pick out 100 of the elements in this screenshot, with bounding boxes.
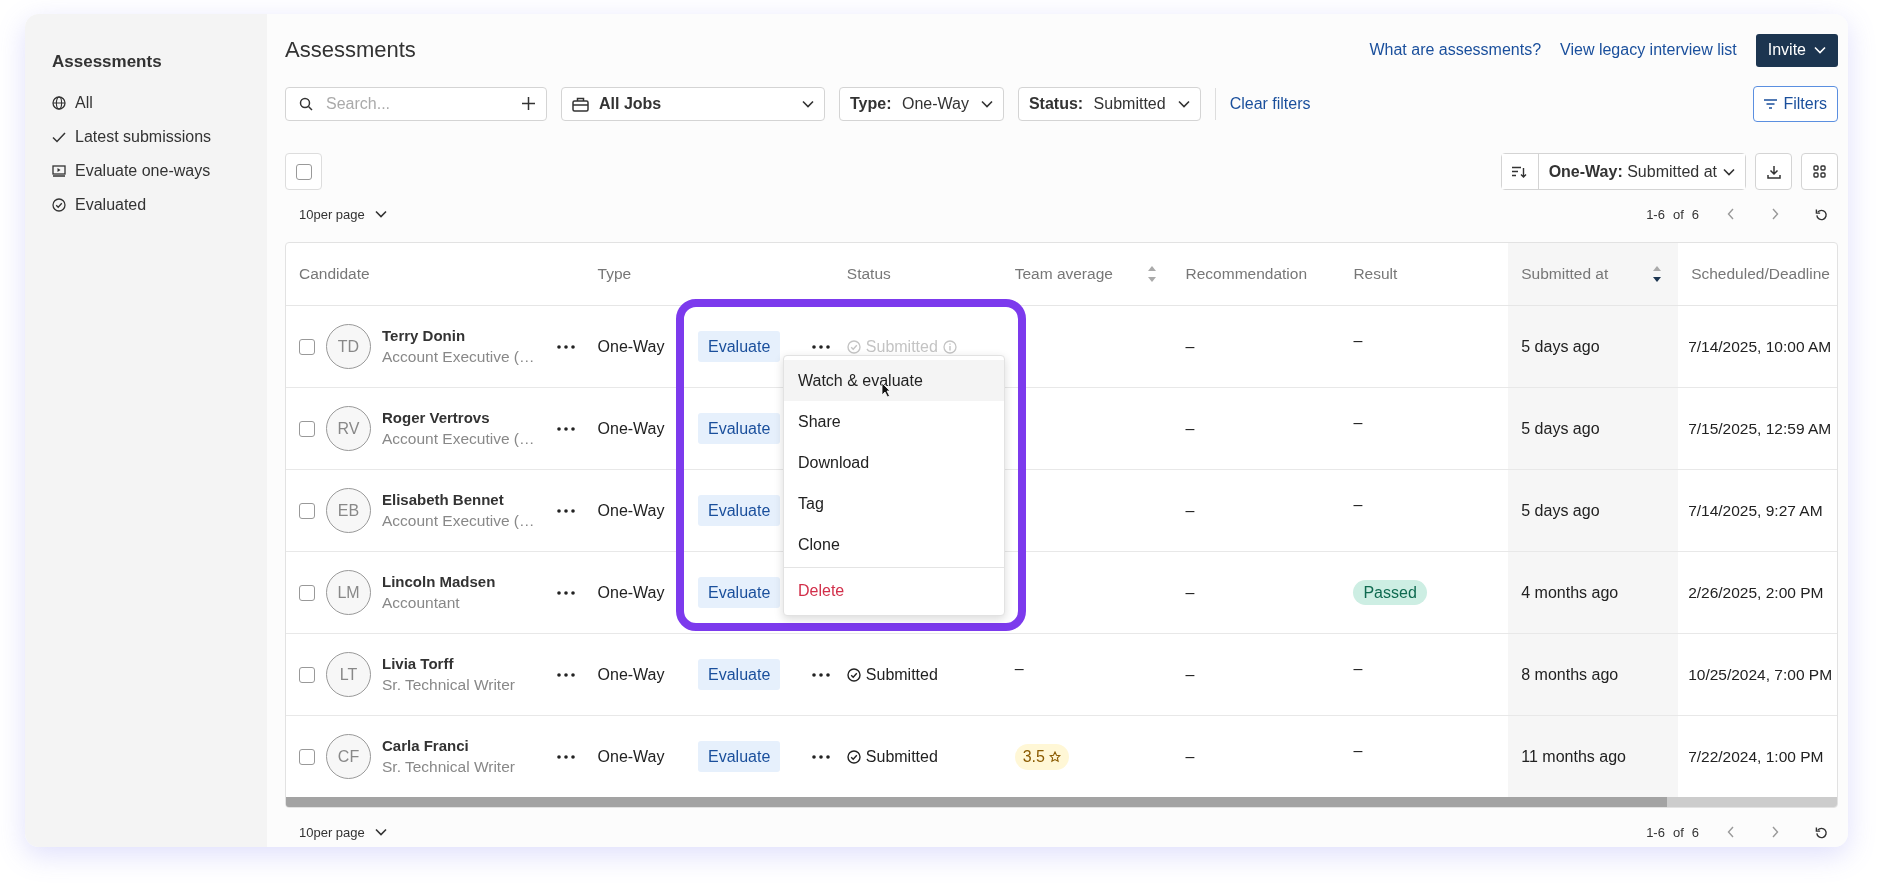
candidate-name[interactable]: Livia Torff: [382, 655, 540, 672]
table-cell: One-Way: [597, 583, 665, 601]
chevron-down-icon: [802, 100, 814, 108]
of-label: of: [1672, 206, 1684, 222]
clear-filters-link[interactable]: Clear filters: [1229, 95, 1311, 113]
candidate-name[interactable]: Carla Franci: [382, 737, 540, 754]
check-circle-icon: [846, 667, 861, 682]
monitor-play-icon: [52, 165, 66, 177]
avatar: RV: [326, 406, 371, 451]
refresh-icon[interactable]: [1815, 825, 1828, 839]
row-checkbox[interactable]: [299, 748, 315, 765]
evaluate-button[interactable]: Evaluate: [698, 495, 781, 526]
table-cell: –: [1185, 419, 1195, 437]
filter-icon: [1764, 99, 1778, 109]
evaluate-button[interactable]: Evaluate: [698, 659, 781, 690]
more-icon[interactable]: [557, 426, 575, 431]
row-checkbox[interactable]: [299, 338, 315, 355]
more-icon[interactable]: [557, 590, 575, 595]
table-cell: –: [1353, 659, 1363, 677]
menu-item[interactable]: Download: [784, 442, 1004, 483]
download-icon: [1766, 164, 1781, 179]
sort-arrows-icon[interactable]: [1652, 264, 1663, 284]
status-filter[interactable]: Status: Submitted: [1017, 87, 1201, 121]
select-all-checkbox[interactable]: [295, 163, 312, 180]
table-cell: 5 days ago: [1521, 337, 1600, 355]
previous-page-icon[interactable]: [1727, 826, 1735, 838]
more-icon[interactable]: [557, 508, 575, 513]
type-filter[interactable]: Type: One-Way: [839, 87, 1004, 121]
status-label: Submitted: [865, 747, 938, 766]
invite-button[interactable]: Invite: [1755, 33, 1838, 67]
table-cell: One-Way: [597, 665, 665, 683]
page-total: 6: [1691, 824, 1699, 840]
help-link[interactable]: What are assessments?: [1369, 41, 1542, 59]
next-page-icon[interactable]: [1771, 826, 1779, 838]
menu-item[interactable]: Watch & evaluate: [784, 360, 1004, 401]
sidebar-item[interactable]: Evaluate one-ways: [52, 156, 211, 186]
menu-item[interactable]: Delete: [784, 570, 1004, 611]
row-checkbox[interactable]: [299, 584, 315, 601]
evaluate-button[interactable]: Evaluate: [698, 741, 781, 772]
chevron-down-icon: [1814, 46, 1826, 54]
sidebar-item[interactable]: Latest submissions: [52, 122, 212, 152]
horizontal-scrollbar[interactable]: [286, 797, 1837, 807]
more-icon[interactable]: [557, 344, 575, 349]
column-header: Scheduled/Deadline: [1691, 265, 1830, 283]
table-cell: One-Way: [597, 337, 665, 355]
candidate-name[interactable]: Terry Donin: [382, 327, 540, 344]
evaluate-button[interactable]: Evaluate: [698, 331, 781, 362]
column-header: Submitted at: [1521, 265, 1609, 283]
row-checkbox[interactable]: [299, 502, 315, 519]
candidate-role: Account Executive (…: [382, 512, 536, 530]
sidebar-item[interactable]: All: [52, 88, 93, 118]
help-link[interactable]: View legacy interview list: [1560, 41, 1737, 59]
row-checkbox[interactable]: [299, 420, 315, 437]
search-icon: [299, 97, 313, 111]
table-cell: 5 days ago: [1521, 419, 1600, 437]
table-cell: 10/25/2024, 7:00 PM: [1688, 665, 1833, 683]
column-header: Recommendation: [1185, 265, 1308, 283]
more-icon[interactable]: [812, 754, 831, 759]
chevron-down-icon: [374, 210, 387, 218]
table-cell: –: [1185, 501, 1195, 519]
next-page-icon[interactable]: [1771, 208, 1779, 220]
per-page-select[interactable]: 10per page: [299, 824, 387, 840]
menu-item[interactable]: Clone: [784, 524, 1004, 565]
menu-item[interactable]: Tag: [784, 483, 1004, 524]
candidate-name[interactable]: Elisabeth Bennet: [382, 491, 540, 508]
table-cell: One-Way: [597, 419, 665, 437]
avatar: LM: [326, 570, 371, 615]
column-header: Candidate: [299, 265, 370, 283]
candidate-name[interactable]: Lincoln Madsen: [382, 573, 540, 590]
refresh-icon[interactable]: [1815, 207, 1828, 221]
table-cell: 11 months ago: [1521, 747, 1626, 765]
filters-button[interactable]: Filters: [1753, 86, 1838, 122]
page-title: Assessments: [285, 37, 416, 63]
table-cell: 7/22/2024, 1:00 PM: [1688, 747, 1824, 765]
evaluate-button[interactable]: Evaluate: [698, 413, 781, 444]
per-page-select[interactable]: 10per page: [299, 206, 387, 222]
page-total: 6: [1691, 206, 1699, 222]
sidebar-item[interactable]: Evaluated: [52, 190, 147, 220]
job-select[interactable]: All Jobs: [561, 87, 825, 121]
column-header: Result: [1353, 265, 1398, 283]
avatar: CF: [326, 734, 371, 779]
column-header: Team average: [1014, 265, 1113, 283]
download-button[interactable]: [1755, 153, 1792, 190]
candidate-name[interactable]: Roger Vertrovs: [382, 409, 540, 426]
table-cell: 4 months ago: [1521, 583, 1619, 601]
more-icon[interactable]: [557, 754, 575, 759]
search-field[interactable]: Search...: [285, 87, 547, 121]
table-cell: –: [1353, 413, 1363, 431]
previous-page-icon[interactable]: [1727, 208, 1735, 220]
more-icon[interactable]: [557, 672, 575, 677]
table-cell: 8 months ago: [1521, 665, 1619, 683]
plus-icon[interactable]: [522, 97, 535, 110]
select-all-button[interactable]: [285, 153, 322, 190]
menu-item[interactable]: Share: [784, 401, 1004, 442]
more-icon[interactable]: [812, 344, 831, 349]
evaluate-button[interactable]: Evaluate: [698, 577, 781, 608]
row-checkbox[interactable]: [299, 666, 315, 683]
more-icon[interactable]: [812, 672, 831, 677]
grid-view-button[interactable]: [1801, 153, 1838, 190]
chevron-down-icon: [980, 100, 993, 108]
